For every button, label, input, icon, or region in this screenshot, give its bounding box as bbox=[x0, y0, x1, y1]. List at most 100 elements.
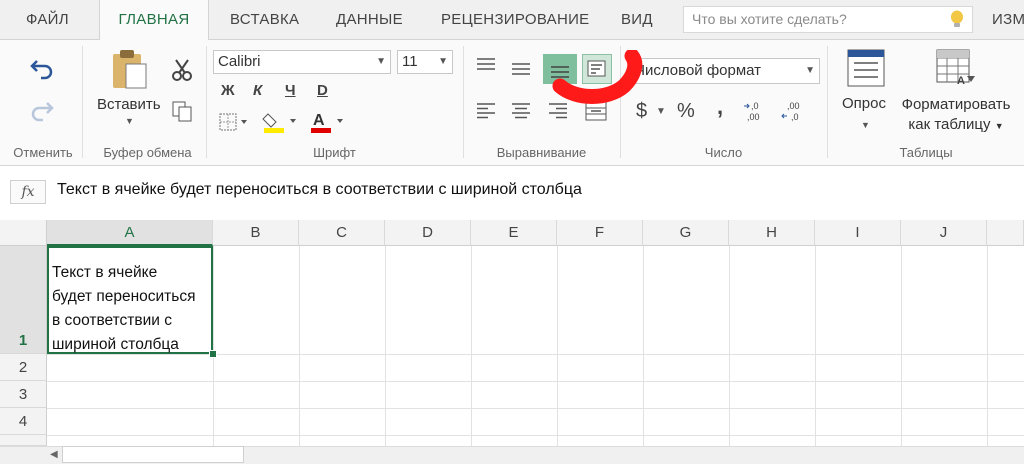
align-top-icon[interactable] bbox=[476, 58, 496, 72]
scroll-left-arrow-icon[interactable]: ◀ bbox=[50, 449, 58, 460]
gridline bbox=[47, 408, 1024, 409]
gridline bbox=[987, 246, 988, 446]
gridline bbox=[213, 246, 214, 446]
percent-format-button[interactable]: % bbox=[677, 100, 695, 123]
formula-input[interactable]: Текст в ячейке будет переноситься в соот… bbox=[57, 181, 582, 199]
gridline bbox=[901, 246, 902, 446]
svg-text:,0: ,0 bbox=[751, 101, 759, 111]
column-header-j[interactable]: J bbox=[901, 220, 987, 246]
copy-icon[interactable] bbox=[171, 100, 193, 122]
ribbon-tab-bar: ФАЙЛ ГЛАВНАЯ ВСТАВКА ДАННЫЕ РЕЦЕНЗИРОВАН… bbox=[0, 0, 1024, 41]
column-header-i[interactable]: I bbox=[815, 220, 901, 246]
align-center-icon[interactable] bbox=[511, 103, 531, 119]
tab-home[interactable]: ГЛАВНАЯ bbox=[99, 0, 209, 41]
chevron-down-icon: ▼ bbox=[376, 56, 386, 67]
row-header-2[interactable]: 2 bbox=[0, 354, 47, 381]
decrease-decimal-icon[interactable]: ,00 ,0 bbox=[781, 100, 811, 122]
scrollbar-thumb[interactable] bbox=[62, 446, 244, 463]
search-placeholder: Что вы хотите сделать? bbox=[692, 11, 847, 27]
font-group-label: Шрифт bbox=[313, 145, 356, 160]
bold-button[interactable]: Ж bbox=[221, 82, 235, 99]
lightbulb-icon bbox=[951, 10, 963, 27]
ribbon-home: Отменить Вставить ▼ Буфер обмена Calibri… bbox=[0, 40, 1024, 166]
column-header-e[interactable]: E bbox=[471, 220, 557, 246]
red-annotation-mark bbox=[552, 50, 643, 104]
gridline bbox=[385, 246, 386, 446]
font-size-select[interactable]: 11 ▼ bbox=[397, 50, 453, 74]
paste-button-label[interactable]: Вставить bbox=[97, 96, 161, 113]
gridline bbox=[471, 246, 472, 446]
format-as-table-button[interactable]: Форматировать как таблицу ▼ bbox=[896, 95, 1016, 136]
worksheet-grid[interactable]: A B C D E F G H I J 1 2 3 4 Текст в ячей… bbox=[0, 216, 1024, 464]
format-as-table-label-line2: как таблицу ▼ bbox=[908, 116, 1004, 133]
borders-icon[interactable] bbox=[219, 113, 249, 131]
survey-dropdown-arrow-icon[interactable]: ▼ bbox=[861, 120, 870, 130]
fill-handle[interactable] bbox=[209, 350, 217, 358]
gridline bbox=[47, 354, 1024, 355]
column-header-b[interactable]: B bbox=[213, 220, 299, 246]
row-header-5-partial[interactable] bbox=[0, 435, 47, 446]
formula-bar: fx Текст в ячейке будет переноситься в с… bbox=[0, 166, 1024, 216]
increase-decimal-icon[interactable]: ,0 ,00 bbox=[743, 100, 773, 122]
group-divider bbox=[206, 46, 207, 158]
svg-text:,0: ,0 bbox=[791, 112, 799, 122]
column-header-h[interactable]: H bbox=[729, 220, 815, 246]
strikethrough-button[interactable]: D bbox=[317, 82, 328, 99]
svg-text:A: A bbox=[957, 75, 965, 87]
number-format-value: Числовой формат bbox=[635, 62, 762, 79]
cut-icon[interactable] bbox=[171, 58, 193, 82]
align-middle-icon[interactable] bbox=[511, 62, 531, 76]
alignment-group-label: Выравнивание bbox=[496, 145, 587, 160]
cell-a1[interactable]: Текст в ячейке будет переноситься в соот… bbox=[47, 246, 213, 354]
tab-data[interactable]: ДАННЫЕ bbox=[336, 0, 403, 40]
svg-text:A: A bbox=[313, 112, 325, 129]
paste-icon[interactable] bbox=[110, 48, 150, 92]
tables-group-label: Таблицы bbox=[899, 145, 953, 160]
tell-me-search-input[interactable]: Что вы хотите сделать? bbox=[683, 6, 973, 33]
chevron-down-icon: ▼ bbox=[805, 65, 815, 76]
row-header-4[interactable]: 4 bbox=[0, 408, 47, 435]
group-divider bbox=[82, 46, 83, 158]
gridline bbox=[557, 246, 558, 446]
column-header-c[interactable]: C bbox=[299, 220, 385, 246]
undo-icon[interactable] bbox=[30, 58, 54, 80]
fill-color-icon[interactable] bbox=[262, 110, 298, 134]
gridline bbox=[299, 246, 300, 446]
row-header-3[interactable]: 3 bbox=[0, 381, 47, 408]
align-right-icon[interactable] bbox=[548, 103, 568, 119]
italic-button[interactable]: К bbox=[253, 82, 262, 99]
tab-review[interactable]: РЕЦЕНЗИРОВАНИЕ bbox=[441, 0, 589, 40]
survey-button-label[interactable]: Опрос bbox=[842, 95, 886, 112]
tab-file[interactable]: ФАЙЛ bbox=[26, 0, 69, 40]
tab-developer-truncated[interactable]: ИЗМ bbox=[992, 0, 1024, 40]
redo-icon[interactable] bbox=[30, 100, 54, 122]
currency-dropdown-arrow-icon[interactable]: ▼ bbox=[656, 106, 666, 117]
format-as-table-label-line1: Форматировать bbox=[901, 96, 1011, 113]
column-header-f[interactable]: F bbox=[557, 220, 643, 246]
align-left-icon[interactable] bbox=[476, 103, 496, 119]
clipboard-group-label: Буфер обмена bbox=[103, 145, 192, 160]
format-as-table-icon[interactable]: A bbox=[935, 48, 977, 88]
column-header-g[interactable]: G bbox=[643, 220, 729, 246]
font-color-icon[interactable]: A bbox=[309, 110, 345, 134]
tab-view[interactable]: ВИД bbox=[621, 0, 653, 40]
gridline bbox=[815, 246, 816, 446]
column-header-k-partial[interactable] bbox=[987, 220, 1024, 246]
select-all-corner[interactable] bbox=[0, 220, 47, 246]
chevron-down-icon: ▼ bbox=[994, 121, 1004, 131]
group-divider bbox=[463, 46, 464, 158]
column-header-a[interactable]: A bbox=[47, 220, 213, 246]
survey-icon[interactable] bbox=[846, 48, 886, 88]
underline-button[interactable]: Ч bbox=[285, 82, 296, 99]
thousands-separator-button[interactable]: , bbox=[717, 94, 723, 120]
font-name-select[interactable]: Calibri ▼ bbox=[213, 50, 391, 74]
tab-insert[interactable]: ВСТАВКА bbox=[230, 0, 299, 40]
gridline bbox=[729, 246, 730, 446]
insert-function-button[interactable]: fx bbox=[10, 180, 46, 204]
row-header-1[interactable]: 1 bbox=[0, 246, 47, 354]
font-size-value: 11 bbox=[402, 53, 418, 70]
column-header-d[interactable]: D bbox=[385, 220, 471, 246]
paste-dropdown-arrow-icon[interactable]: ▼ bbox=[125, 116, 134, 126]
font-name-value: Calibri bbox=[218, 53, 261, 70]
number-format-select[interactable]: Числовой формат ▼ bbox=[630, 58, 820, 84]
